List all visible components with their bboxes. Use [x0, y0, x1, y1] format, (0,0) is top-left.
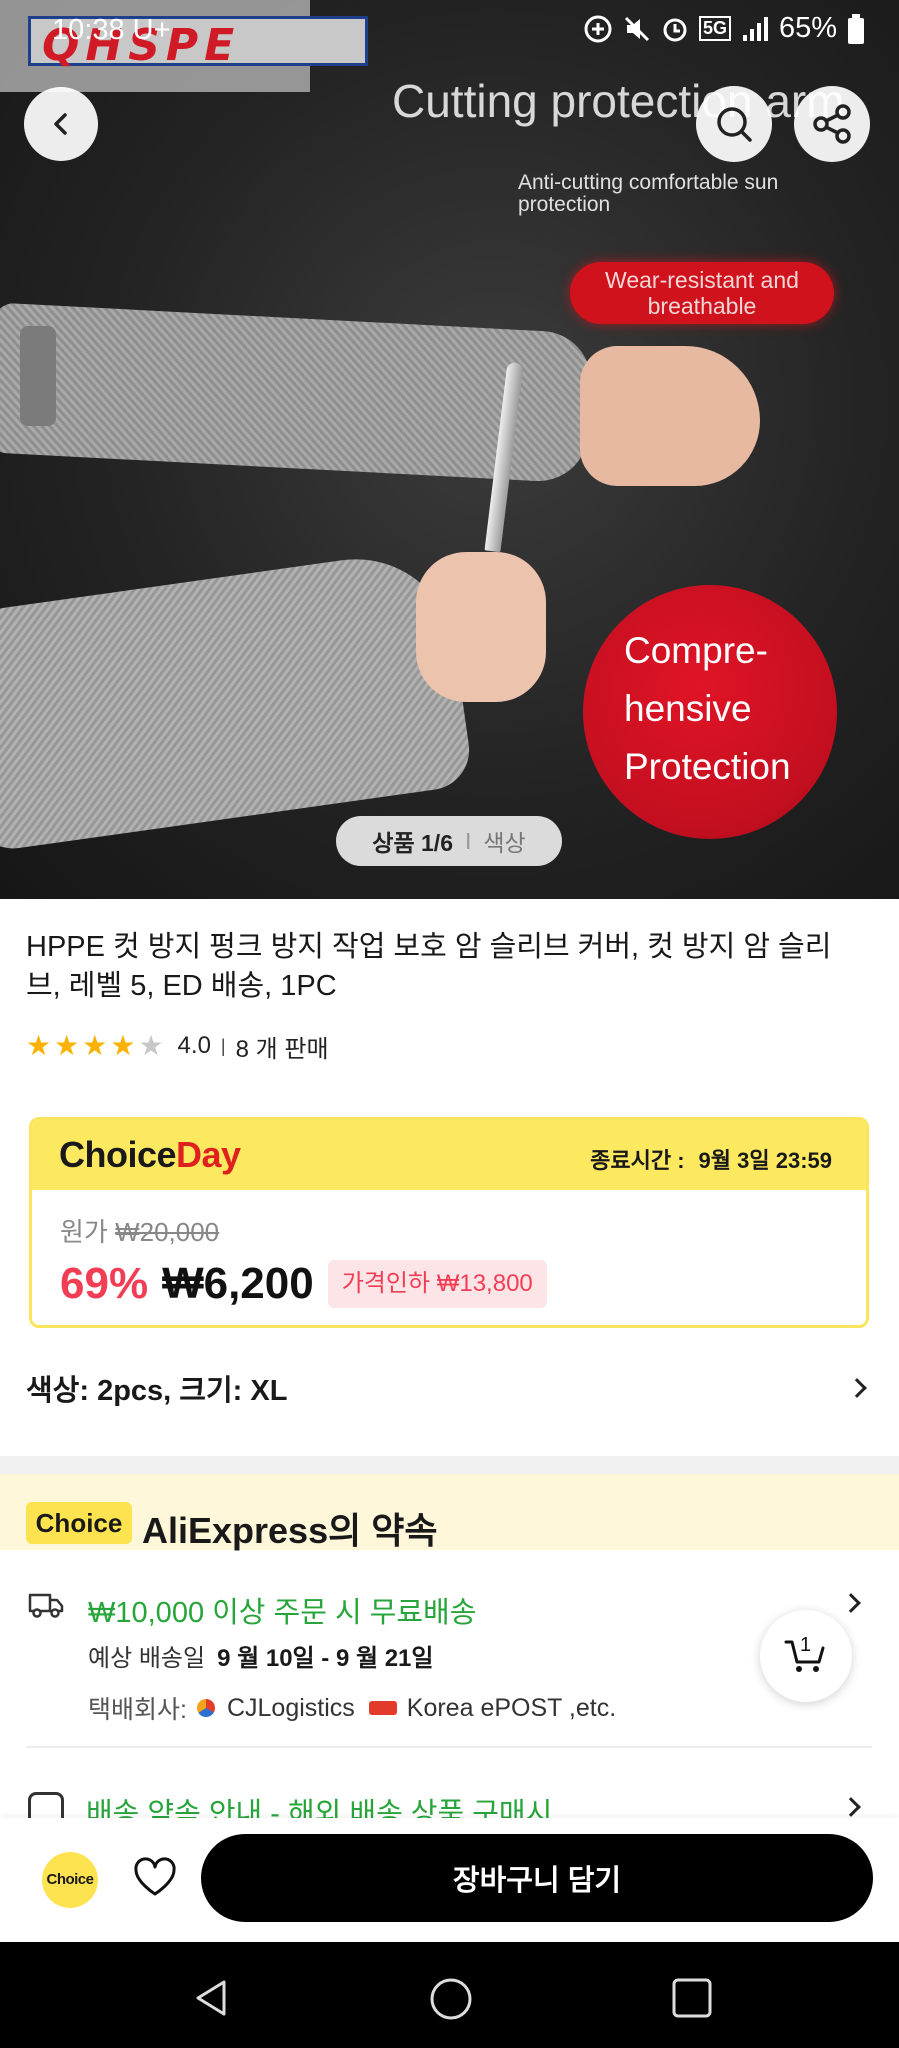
- price-drop-badge: 가격인하 ₩13,800: [327, 1260, 547, 1308]
- floating-cart-button[interactable]: 1: [760, 1610, 852, 1702]
- network-type: 5G: [698, 16, 731, 41]
- wishlist-button[interactable]: [132, 1856, 178, 1903]
- color-option-label[interactable]: 색상: [483, 824, 525, 858]
- heart-icon: [134, 1857, 176, 1896]
- counter-separator: I: [464, 827, 472, 854]
- free-shipping-text[interactable]: ₩10,000 이상 주문 시 무료배송: [88, 1589, 476, 1631]
- rating-separator: |: [220, 1035, 226, 1056]
- status-time: 10:38 U+: [52, 14, 171, 46]
- signal-icon: [742, 16, 768, 41]
- nav-recents-icon: [672, 1978, 712, 2018]
- data-saver-icon: [584, 15, 612, 42]
- star-icon: ★: [26, 1030, 52, 1061]
- korea-post-icon: [368, 1701, 397, 1715]
- battery-icon: [848, 13, 864, 44]
- star-icon: ★: [110, 1030, 136, 1061]
- fist: [580, 346, 760, 486]
- star-empty-icon: ★: [138, 1030, 164, 1061]
- hero-circle-text: Compre-hensive Protection: [624, 630, 791, 787]
- nav-home-button[interactable]: [428, 1976, 474, 2027]
- selected-variant: 색상: 2pcs, 크기: XL: [26, 1375, 288, 1407]
- promise-title: AliExpress의 약속: [142, 1510, 438, 1551]
- carrier-info: 택배회사: CJLogistics Korea ePOST ,etc.: [88, 1693, 617, 1725]
- shipping-chevron-icon[interactable]: [841, 1593, 861, 1613]
- battery-percent: 65%: [778, 12, 837, 44]
- status-bar: 10:38 U+ 5G 65%: [0, 0, 899, 64]
- star-icon: ★: [82, 1030, 108, 1061]
- hand-holding-knife: [416, 552, 546, 702]
- hero-feature-pill: Wear-resistant and breathable: [570, 262, 834, 324]
- choice-day-card: ChoiceDay 종료시간 :9월 3일 23:59 원가 ₩20,000 6…: [29, 1117, 869, 1328]
- variant-selector[interactable]: 색상: 2pcs, 크기: XL: [26, 1366, 872, 1410]
- divider: [26, 1746, 872, 1748]
- back-icon: [54, 113, 67, 135]
- price-row: 69% ₩6,200 가격인하 ₩13,800: [60, 1254, 547, 1314]
- arm-sleeve-lower: [0, 546, 475, 854]
- bottom-action-bar: Choice 장바구니 담기: [0, 1818, 899, 1942]
- sleeve-cuff: [20, 326, 56, 426]
- sale-price: ₩6,200: [162, 1259, 314, 1308]
- product-title: HPPE 컷 방지 펑크 방지 작업 보호 암 슬리브 커버, 컷 방지 암 슬…: [26, 931, 832, 1002]
- cj-logistics-icon: [196, 1699, 215, 1717]
- nav-recents-button[interactable]: [670, 1976, 714, 2025]
- rating-value: 4.0: [177, 1032, 211, 1059]
- sale-end-time: 종료시간 :9월 3일 23:59: [590, 1148, 832, 1173]
- nav-back-button[interactable]: [190, 1976, 234, 2025]
- choice-tag: Choice: [26, 1502, 132, 1544]
- choice-badge[interactable]: Choice: [42, 1852, 98, 1908]
- choice-day-header: ChoiceDay 종료시간 :9월 3일 23:59: [32, 1120, 866, 1190]
- star-rating: ★ ★ ★ ★ ★: [26, 1032, 164, 1060]
- package-icon: [28, 1792, 64, 1820]
- promise-header: [0, 1474, 899, 1550]
- chevron-right-icon: [847, 1378, 867, 1398]
- mute-icon: [624, 16, 649, 41]
- search-button[interactable]: [696, 86, 772, 162]
- discount-percent: 69%: [60, 1259, 149, 1308]
- hero-subheading: Anti-cutting comfortable sun protection: [518, 171, 779, 216]
- hero-heading: Cutting protection arm: [392, 75, 845, 127]
- estimated-delivery: 예상 배송일 9 월 10일 - 9 월 21일: [88, 1645, 434, 1672]
- search-icon: [717, 107, 752, 142]
- image-index: 상품 1/6: [372, 830, 453, 856]
- original-price: 원가 ₩20,000: [60, 1217, 220, 1247]
- share-icon: [813, 104, 851, 144]
- share-button[interactable]: [794, 86, 870, 162]
- policy-chevron-icon[interactable]: [841, 1797, 861, 1817]
- choice-day-logo: ChoiceDay: [59, 1134, 241, 1175]
- star-icon: ★: [54, 1030, 80, 1061]
- section-divider: [0, 1456, 899, 1474]
- alarm-icon: [663, 18, 687, 41]
- add-to-cart-button[interactable]: 장바구니 담기: [201, 1834, 873, 1922]
- back-button[interactable]: [24, 87, 98, 161]
- sold-count: 8 개 판매: [235, 1035, 329, 1063]
- system-nav-bar: [0, 1942, 899, 2048]
- nav-back-icon: [196, 1980, 226, 2016]
- truck-icon: [28, 1590, 64, 1625]
- image-counter[interactable]: 상품 1/6 I 색상: [336, 816, 562, 866]
- rating-row[interactable]: ★ ★ ★ ★ ★ 4.0 | 8 개 판매: [26, 1031, 329, 1063]
- product-image-carousel[interactable]: Cutting protection arm Anti-cutting comf…: [0, 0, 899, 899]
- cart-count: 1: [800, 1634, 812, 1656]
- nav-home-icon: [430, 1978, 472, 2020]
